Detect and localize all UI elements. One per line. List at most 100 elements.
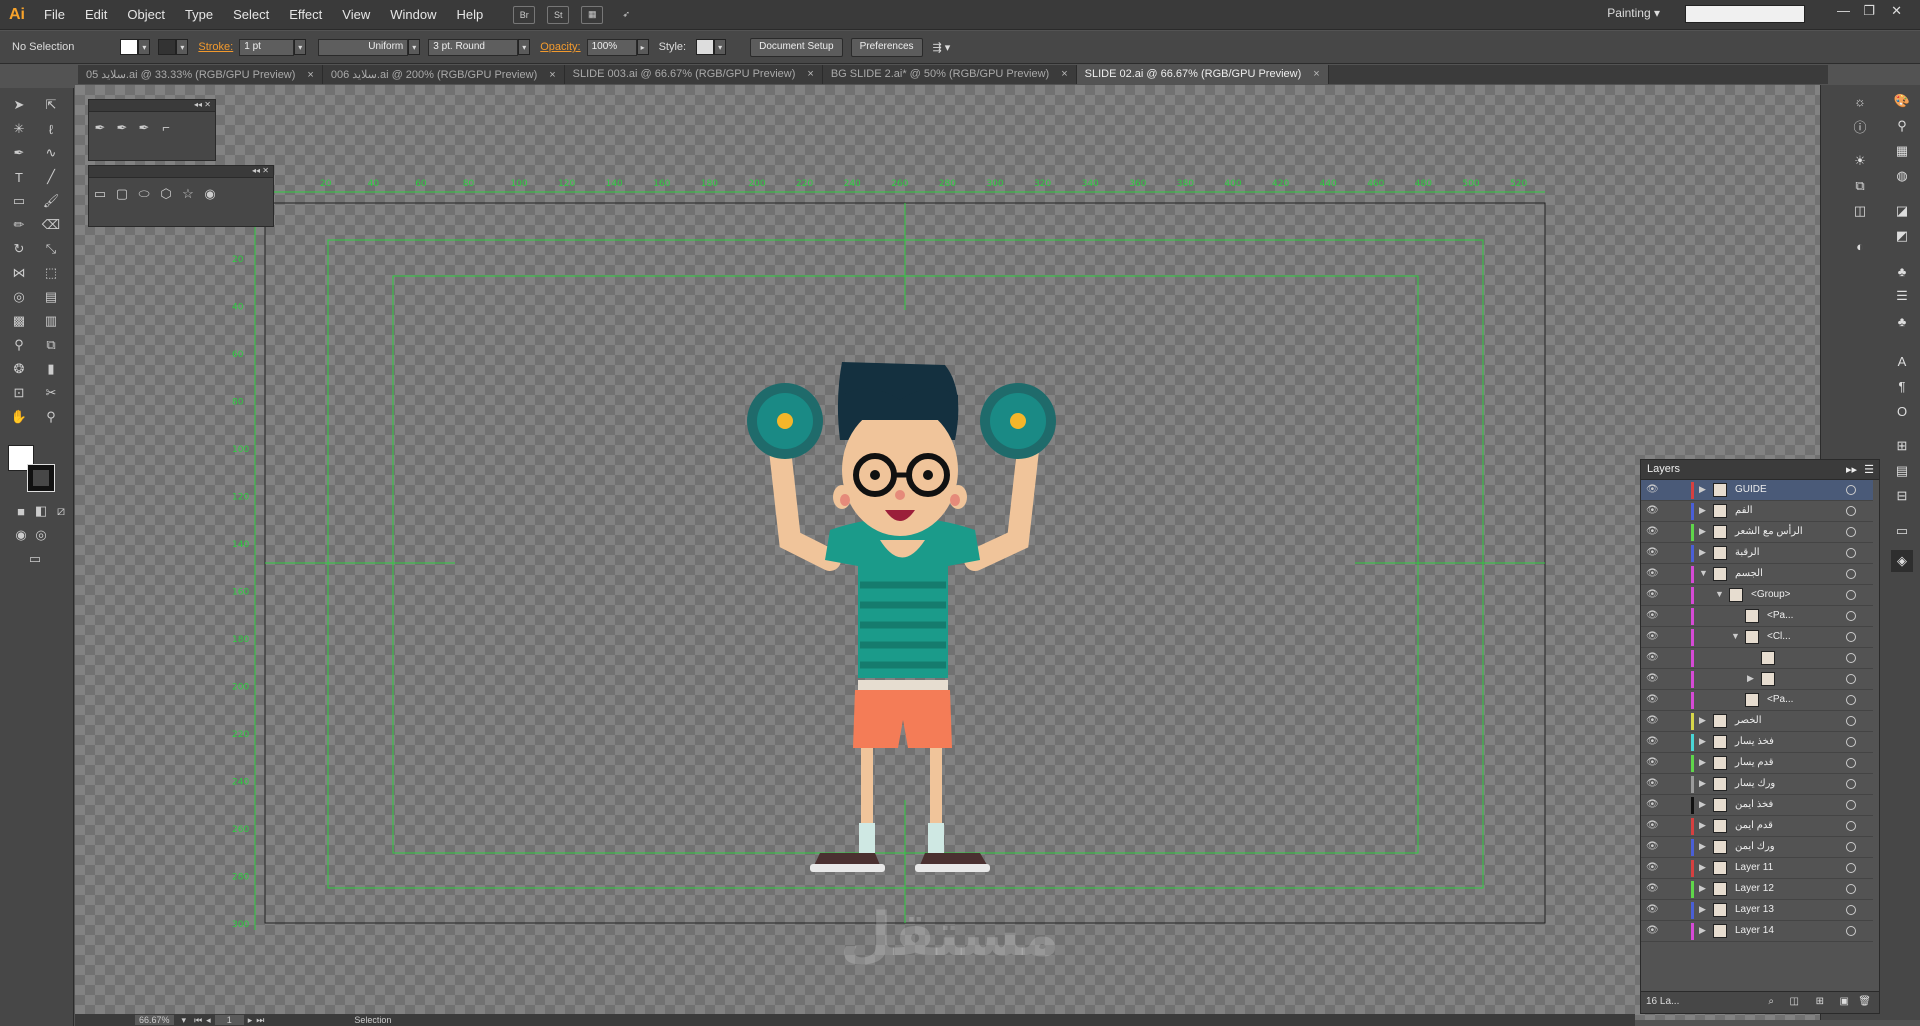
target-circle-icon[interactable] [1846, 779, 1856, 789]
color-guide-icon[interactable]: ◐ [1849, 235, 1871, 257]
lasso-icon[interactable]: ℓ [40, 118, 62, 140]
tab-document-3[interactable]: SLIDE 003.ai @ 66.67% (RGB/GPU Preview) × [565, 65, 823, 84]
color-mode-icon[interactable]: ■ [10, 500, 32, 522]
expand-toggle-icon[interactable]: ▶ [1699, 799, 1706, 810]
layer-name[interactable]: الرقبة [1735, 547, 1760, 558]
fill-dropdown[interactable]: ▾ [138, 39, 151, 55]
layer-name[interactable]: ورك ايمن [1735, 841, 1775, 852]
pen-tool-icon[interactable]: ✒ [8, 142, 30, 164]
target-circle-icon[interactable] [1846, 842, 1856, 852]
menu-effect[interactable]: Effect [279, 0, 332, 30]
visibility-eye-icon[interactable]: 👁 [1646, 925, 1660, 936]
layer-name[interactable]: Layer 12 [1735, 883, 1774, 894]
target-circle-icon[interactable] [1846, 821, 1856, 831]
eyedropper-icon[interactable]: ⚲ [8, 334, 30, 356]
first-artboard-icon[interactable]: ⏮ [194, 1015, 202, 1026]
stroke-label[interactable]: Stroke: [198, 41, 233, 53]
rectangle-icon[interactable]: ▭ [89, 186, 111, 202]
target-circle-icon[interactable] [1846, 758, 1856, 768]
layer-name[interactable]: <Pa... [1767, 694, 1793, 705]
prev-artboard-icon[interactable]: ◂ [206, 1015, 211, 1026]
opacity-label[interactable]: Opacity: [540, 41, 580, 53]
delete-anchor-icon[interactable]: ✒ [133, 120, 155, 136]
color-panel-icon[interactable]: 🎨 [1891, 90, 1913, 112]
stroke-panel-icon[interactable]: ◪ [1891, 200, 1913, 222]
links-icon[interactable]: ⊟ [1891, 485, 1913, 507]
close-tab-icon[interactable]: × [1061, 68, 1067, 80]
layer-row[interactable]: 👁 ▶ Layer 12 [1641, 879, 1873, 900]
visibility-eye-icon[interactable]: 👁 [1646, 820, 1660, 831]
layer-row[interactable]: 👁 ▼ الجسم [1641, 564, 1873, 585]
tab-document-4[interactable]: BG SLIDE 2.ai* @ 50% (RGB/GPU Preview) × [823, 65, 1077, 84]
transform-icon[interactable]: ⧉ [1849, 175, 1871, 197]
minimize-icon[interactable]: — [1837, 3, 1850, 18]
expand-toggle-icon[interactable]: ▶ [1747, 673, 1754, 684]
stroke-color-box[interactable] [27, 464, 55, 492]
expand-toggle-icon[interactable]: ▶ [1699, 841, 1706, 852]
target-circle-icon[interactable] [1846, 674, 1856, 684]
direct-selection-tool-icon[interactable]: ⇱ [40, 94, 62, 116]
navigator-icon[interactable]: ▭ [1891, 520, 1913, 542]
add-anchor-icon[interactable]: ✒ [111, 120, 133, 136]
gradient-panel-icon[interactable]: ◩ [1891, 225, 1913, 247]
last-artboard-icon[interactable]: ⏭ [256, 1015, 264, 1026]
graphic-styles-icon[interactable]: ☰ [1891, 285, 1913, 307]
visibility-eye-icon[interactable]: 👁 [1646, 610, 1660, 621]
variable-width-profile[interactable]: Uniform [318, 38, 409, 56]
restore-icon[interactable]: ❐ [1863, 3, 1875, 19]
close-tab-icon[interactable]: × [1313, 68, 1319, 80]
menu-window[interactable]: Window [380, 0, 446, 30]
character-icon[interactable]: A [1891, 350, 1913, 372]
layer-name[interactable]: الخصر [1735, 715, 1761, 726]
layer-name[interactable]: <Pa... [1767, 610, 1793, 621]
recolor-icon[interactable]: ⚲ [1891, 115, 1913, 137]
target-circle-icon[interactable] [1846, 800, 1856, 810]
target-circle-icon[interactable] [1846, 863, 1856, 873]
draw-normal-icon[interactable]: ◉ [10, 524, 32, 546]
layer-row[interactable]: 👁 <Pa... [1641, 690, 1873, 711]
opentype-icon[interactable]: O [1891, 400, 1913, 422]
visibility-eye-icon[interactable]: 👁 [1646, 568, 1660, 579]
paintbrush-icon[interactable]: 🖌 [40, 190, 62, 212]
rectangle-tool-icon[interactable]: ▭ [8, 190, 30, 212]
panel-header[interactable]: ◂◂ ✕ [89, 100, 215, 112]
expand-toggle-icon[interactable]: ▶ [1699, 547, 1706, 558]
layer-name[interactable]: قدم يسار [1735, 757, 1774, 768]
layer-row[interactable]: 👁 ▶ الرأس مع الشعر [1641, 522, 1873, 543]
make-clipping-mask-icon[interactable]: ◫ [1790, 996, 1799, 1007]
scale-tool-icon[interactable]: ⤡ [40, 238, 62, 260]
expand-toggle-icon[interactable]: ▶ [1699, 820, 1706, 831]
paragraph-icon[interactable]: ¶ [1891, 375, 1913, 397]
target-circle-icon[interactable] [1846, 695, 1856, 705]
expand-toggle-icon[interactable]: ▶ [1699, 778, 1706, 789]
polygon-icon[interactable]: ⬡ [155, 186, 177, 202]
zoom-field[interactable]: 66.67% [135, 1015, 174, 1025]
new-layer-icon[interactable]: ▣ [1840, 996, 1849, 1007]
hand-tool-icon[interactable]: ✋ [8, 406, 30, 428]
target-circle-icon[interactable] [1846, 653, 1856, 663]
stroke-weight-field[interactable]: 1 pt [239, 38, 295, 56]
stroke-weight-dropdown[interactable]: ▾ [294, 39, 307, 55]
perspective-grid-icon[interactable]: ▤ [40, 286, 62, 308]
zoom-dropdown-icon[interactable]: ▾ [182, 1015, 187, 1026]
visibility-eye-icon[interactable]: 👁 [1646, 883, 1660, 894]
stroke-swatch[interactable] [158, 39, 177, 55]
preferences-button[interactable]: Preferences [850, 37, 923, 57]
visibility-eye-icon[interactable]: 👁 [1646, 526, 1660, 537]
target-circle-icon[interactable] [1846, 884, 1856, 894]
visibility-eye-icon[interactable]: 👁 [1646, 652, 1660, 663]
layers-header[interactable]: Layers ▸▸ ☰ [1641, 460, 1879, 480]
visibility-eye-icon[interactable]: 👁 [1646, 757, 1660, 768]
star-icon[interactable]: ☆ [177, 186, 199, 202]
target-circle-icon[interactable] [1846, 611, 1856, 621]
layer-name[interactable]: فخذ يسار [1735, 736, 1774, 747]
symbol-sprayer-icon[interactable]: ❂ [8, 358, 30, 380]
visibility-eye-icon[interactable]: 👁 [1646, 841, 1660, 852]
expand-toggle-icon[interactable]: ▼ [1715, 589, 1724, 599]
expand-toggle-icon[interactable]: ▶ [1699, 883, 1706, 894]
anchor-point-icon[interactable]: ⌐ [155, 120, 177, 135]
current-tool-status[interactable]: Selection [354, 1015, 391, 1025]
expand-toggle-icon[interactable]: ▼ [1731, 631, 1740, 641]
magic-wand-icon[interactable]: ✳ [8, 118, 30, 140]
layer-row[interactable]: 👁 ▶ GUIDE [1641, 480, 1873, 501]
